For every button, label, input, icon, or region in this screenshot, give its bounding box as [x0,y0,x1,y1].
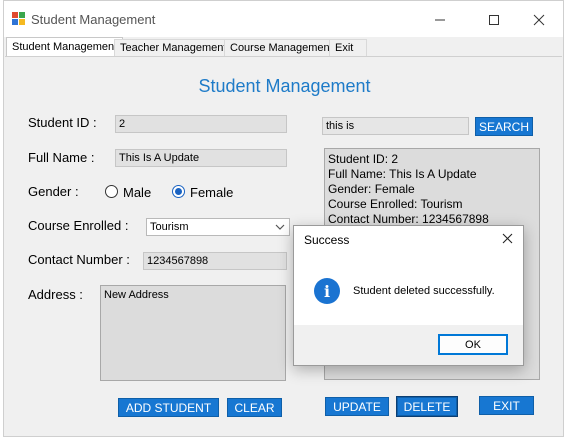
tab-course-management[interactable]: Course Management [224,39,339,57]
details-line: Full Name: This Is A Update [328,167,477,181]
student-id-label: Student ID : [28,115,97,130]
close-icon [533,14,545,26]
search-input[interactable]: this is [322,117,469,135]
full-name-label: Full Name : [28,150,95,165]
update-button[interactable]: UPDATE [325,397,389,416]
add-student-button[interactable]: ADD STUDENT [118,398,219,417]
delete-button[interactable]: DELETE [396,396,458,417]
maximize-button[interactable] [472,7,516,33]
maximize-icon [489,15,499,25]
details-line: Student ID: 2 [328,152,399,166]
student-id-field[interactable]: 2 [115,115,287,133]
close-button[interactable] [517,7,561,33]
course-label: Course Enrolled : [28,218,129,233]
app-icon [12,12,26,26]
minimize-icon [435,19,445,21]
page-heading: Student Management [198,76,371,96]
gender-female-label[interactable]: Female [190,185,233,200]
course-dropdown-value: Tourism [150,221,189,233]
clear-button[interactable]: CLEAR [227,398,282,417]
tab-page-border [5,56,562,57]
success-dialog: Success i Student deleted successfully. … [293,225,524,366]
tab-exit[interactable]: Exit [329,39,367,57]
details-line: Gender: Female [328,182,415,196]
dialog-title: Success [304,233,350,247]
window-title: Student Management [31,12,156,27]
full-name-field[interactable]: This Is A Update [115,149,287,167]
close-icon[interactable] [502,233,513,244]
tab-teacher-management[interactable]: Teacher Management [114,39,233,57]
gender-male-label[interactable]: Male [123,185,151,200]
gender-female-radio[interactable] [172,185,185,198]
info-icon: i [314,278,340,304]
gender-label: Gender : [28,184,79,199]
search-button[interactable]: SEARCH [475,117,533,136]
dialog-footer: OK [294,325,523,365]
tab-student-management[interactable]: Student Management [6,37,124,57]
course-dropdown[interactable]: Tourism [146,218,290,236]
minimize-button[interactable] [418,7,462,33]
chevron-down-icon [275,224,285,230]
main-window: Student Management Student Management Te… [3,0,564,437]
contact-number-field[interactable]: 1234567898 [143,252,287,270]
dialog-message: Student deleted successfully. [353,285,495,297]
gender-male-radio[interactable] [105,185,118,198]
ok-button[interactable]: OK [438,334,508,355]
address-textarea[interactable]: New Address [100,285,286,381]
title-bar: Student Management [4,1,563,37]
contact-number-label: Contact Number : [28,252,130,267]
address-label: Address : [28,287,83,302]
details-line: Course Enrolled: Tourism [328,197,463,211]
exit-button[interactable]: EXIT [479,396,534,415]
